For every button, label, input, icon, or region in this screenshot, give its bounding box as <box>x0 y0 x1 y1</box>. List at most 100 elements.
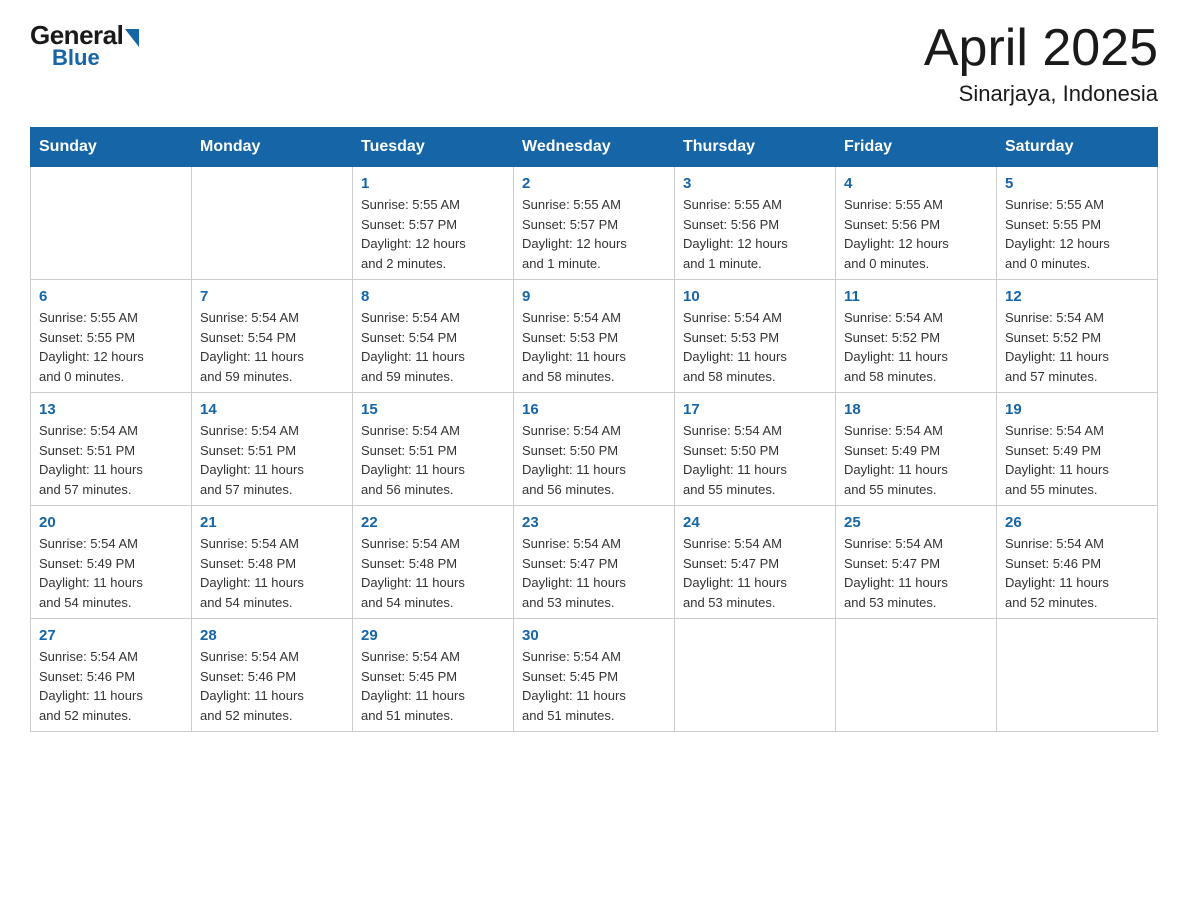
day-cell: 21Sunrise: 5:54 AM Sunset: 5:48 PM Dayli… <box>192 506 353 619</box>
week-row-4: 27 Sunrise: 5:54 AM Sunset: 5:46 PM Dayli… <box>31 619 1158 732</box>
day-cell: 29 Sunrise: 5:54 AM Sunset: 5:45 PM Dayli… <box>353 619 514 732</box>
day-cell: 10Sunrise: 5:54 AM Sunset: 5:53 PM Dayli… <box>675 280 836 393</box>
logo-arrow-icon <box>125 29 139 47</box>
day-number: 13 <box>39 401 183 418</box>
day-info: Sunrise: 5:54 AM Sunset: 5:49 PM Dayligh… <box>1005 421 1149 499</box>
day-number: 29 <box>361 627 505 644</box>
day-cell: 11 Sunrise: 5:54 AM Sunset: 5:52 PM Dayli… <box>836 280 997 393</box>
day-info: Sunrise: 5:54 AM Sunset: 5:49 PM Dayligh… <box>844 421 988 499</box>
day-cell <box>192 167 353 280</box>
day-number: 2 <box>522 175 666 192</box>
day-cell: 8 Sunrise: 5:54 AM Sunset: 5:54 PM Daylig… <box>353 280 514 393</box>
day-info: Sunrise: 5:54 AM Sunset: 5:49 PM Dayligh… <box>39 534 183 612</box>
day-number: 4 <box>844 175 988 192</box>
day-number: 7 <box>200 288 344 305</box>
day-cell: 23 Sunrise: 5:54 AM Sunset: 5:47 PM Dayli… <box>514 506 675 619</box>
day-number: 9 <box>522 288 666 305</box>
day-number: 26 <box>1005 514 1149 531</box>
day-info: Sunrise: 5:54 AM Sunset: 5:54 PM Dayligh… <box>361 308 505 386</box>
header-cell-tuesday: Tuesday <box>353 128 514 167</box>
day-info: Sunrise: 5:55 AM Sunset: 5:56 PM Dayligh… <box>683 195 827 273</box>
day-cell: 25 Sunrise: 5:54 AM Sunset: 5:47 PM Dayli… <box>836 506 997 619</box>
day-cell: 30 Sunrise: 5:54 AM Sunset: 5:45 PM Dayli… <box>514 619 675 732</box>
day-number: 23 <box>522 514 666 531</box>
header-cell-saturday: Saturday <box>997 128 1158 167</box>
day-number: 14 <box>200 401 344 418</box>
day-cell: 16 Sunrise: 5:54 AM Sunset: 5:50 PM Dayli… <box>514 393 675 506</box>
day-number: 10 <box>683 288 827 305</box>
title-area: April 2025 Sinarjaya, Indonesia <box>924 20 1158 107</box>
day-number: 19 <box>1005 401 1149 418</box>
day-number: 11 <box>844 288 988 305</box>
day-info: Sunrise: 5:55 AM Sunset: 5:57 PM Dayligh… <box>522 195 666 273</box>
day-info: Sunrise: 5:54 AM Sunset: 5:47 PM Dayligh… <box>683 534 827 612</box>
day-info: Sunrise: 5:54 AM Sunset: 5:47 PM Dayligh… <box>522 534 666 612</box>
calendar-body: 1 Sunrise: 5:55 AM Sunset: 5:57 PM Daylig… <box>31 167 1158 732</box>
day-cell: 2 Sunrise: 5:55 AM Sunset: 5:57 PM Daylig… <box>514 167 675 280</box>
header-cell-thursday: Thursday <box>675 128 836 167</box>
day-info: Sunrise: 5:54 AM Sunset: 5:51 PM Dayligh… <box>361 421 505 499</box>
day-info: Sunrise: 5:54 AM Sunset: 5:47 PM Dayligh… <box>844 534 988 612</box>
day-number: 1 <box>361 175 505 192</box>
day-number: 25 <box>844 514 988 531</box>
calendar-table: SundayMondayTuesdayWednesdayThursdayFrid… <box>30 127 1158 732</box>
day-cell <box>31 167 192 280</box>
day-cell: 20 Sunrise: 5:54 AM Sunset: 5:49 PM Dayli… <box>31 506 192 619</box>
day-info: Sunrise: 5:54 AM Sunset: 5:45 PM Dayligh… <box>522 647 666 725</box>
day-info: Sunrise: 5:54 AM Sunset: 5:46 PM Dayligh… <box>1005 534 1149 612</box>
day-info: Sunrise: 5:54 AM Sunset: 5:46 PM Dayligh… <box>39 647 183 725</box>
day-number: 24 <box>683 514 827 531</box>
day-info: Sunrise: 5:54 AM Sunset: 5:50 PM Dayligh… <box>683 421 827 499</box>
day-number: 15 <box>361 401 505 418</box>
day-info: Sunrise: 5:54 AM Sunset: 5:45 PM Dayligh… <box>361 647 505 725</box>
day-cell: 26 Sunrise: 5:54 AM Sunset: 5:46 PM Dayli… <box>997 506 1158 619</box>
location: Sinarjaya, Indonesia <box>924 81 1158 107</box>
day-cell: 9 Sunrise: 5:54 AM Sunset: 5:53 PM Daylig… <box>514 280 675 393</box>
day-info: Sunrise: 5:54 AM Sunset: 5:48 PM Dayligh… <box>200 534 344 612</box>
day-number: 30 <box>522 627 666 644</box>
day-number: 3 <box>683 175 827 192</box>
week-row-1: 6 Sunrise: 5:55 AM Sunset: 5:55 PM Daylig… <box>31 280 1158 393</box>
day-number: 28 <box>200 627 344 644</box>
day-number: 16 <box>522 401 666 418</box>
day-cell: 15 Sunrise: 5:54 AM Sunset: 5:51 PM Dayli… <box>353 393 514 506</box>
day-cell: 27 Sunrise: 5:54 AM Sunset: 5:46 PM Dayli… <box>31 619 192 732</box>
day-number: 22 <box>361 514 505 531</box>
day-number: 20 <box>39 514 183 531</box>
logo: General Blue <box>30 20 139 71</box>
day-cell: 4Sunrise: 5:55 AM Sunset: 5:56 PM Daylig… <box>836 167 997 280</box>
day-cell: 24 Sunrise: 5:54 AM Sunset: 5:47 PM Dayli… <box>675 506 836 619</box>
header-cell-sunday: Sunday <box>31 128 192 167</box>
calendar-header: SundayMondayTuesdayWednesdayThursdayFrid… <box>31 128 1158 167</box>
day-number: 12 <box>1005 288 1149 305</box>
day-cell: 13 Sunrise: 5:54 AM Sunset: 5:51 PM Dayli… <box>31 393 192 506</box>
day-info: Sunrise: 5:54 AM Sunset: 5:53 PM Dayligh… <box>522 308 666 386</box>
day-cell: 6 Sunrise: 5:55 AM Sunset: 5:55 PM Daylig… <box>31 280 192 393</box>
day-cell <box>675 619 836 732</box>
day-info: Sunrise: 5:54 AM Sunset: 5:52 PM Dayligh… <box>844 308 988 386</box>
day-number: 6 <box>39 288 183 305</box>
logo-blue-text: Blue <box>52 45 100 71</box>
header-cell-monday: Monday <box>192 128 353 167</box>
day-info: Sunrise: 5:55 AM Sunset: 5:55 PM Dayligh… <box>1005 195 1149 273</box>
day-number: 8 <box>361 288 505 305</box>
day-info: Sunrise: 5:54 AM Sunset: 5:51 PM Dayligh… <box>39 421 183 499</box>
header-row: SundayMondayTuesdayWednesdayThursdayFrid… <box>31 128 1158 167</box>
day-info: Sunrise: 5:54 AM Sunset: 5:54 PM Dayligh… <box>200 308 344 386</box>
day-cell: 5 Sunrise: 5:55 AM Sunset: 5:55 PM Daylig… <box>997 167 1158 280</box>
day-cell: 17Sunrise: 5:54 AM Sunset: 5:50 PM Dayli… <box>675 393 836 506</box>
month-title: April 2025 <box>924 20 1158 77</box>
day-info: Sunrise: 5:55 AM Sunset: 5:57 PM Dayligh… <box>361 195 505 273</box>
header-cell-wednesday: Wednesday <box>514 128 675 167</box>
day-cell: 3 Sunrise: 5:55 AM Sunset: 5:56 PM Daylig… <box>675 167 836 280</box>
day-number: 5 <box>1005 175 1149 192</box>
day-info: Sunrise: 5:55 AM Sunset: 5:55 PM Dayligh… <box>39 308 183 386</box>
day-cell <box>836 619 997 732</box>
day-cell: 14Sunrise: 5:54 AM Sunset: 5:51 PM Dayli… <box>192 393 353 506</box>
day-cell: 18Sunrise: 5:54 AM Sunset: 5:49 PM Dayli… <box>836 393 997 506</box>
day-info: Sunrise: 5:54 AM Sunset: 5:48 PM Dayligh… <box>361 534 505 612</box>
page-header: General Blue April 2025 Sinarjaya, Indon… <box>30 20 1158 107</box>
day-cell: 12Sunrise: 5:54 AM Sunset: 5:52 PM Dayli… <box>997 280 1158 393</box>
day-number: 27 <box>39 627 183 644</box>
day-info: Sunrise: 5:54 AM Sunset: 5:50 PM Dayligh… <box>522 421 666 499</box>
